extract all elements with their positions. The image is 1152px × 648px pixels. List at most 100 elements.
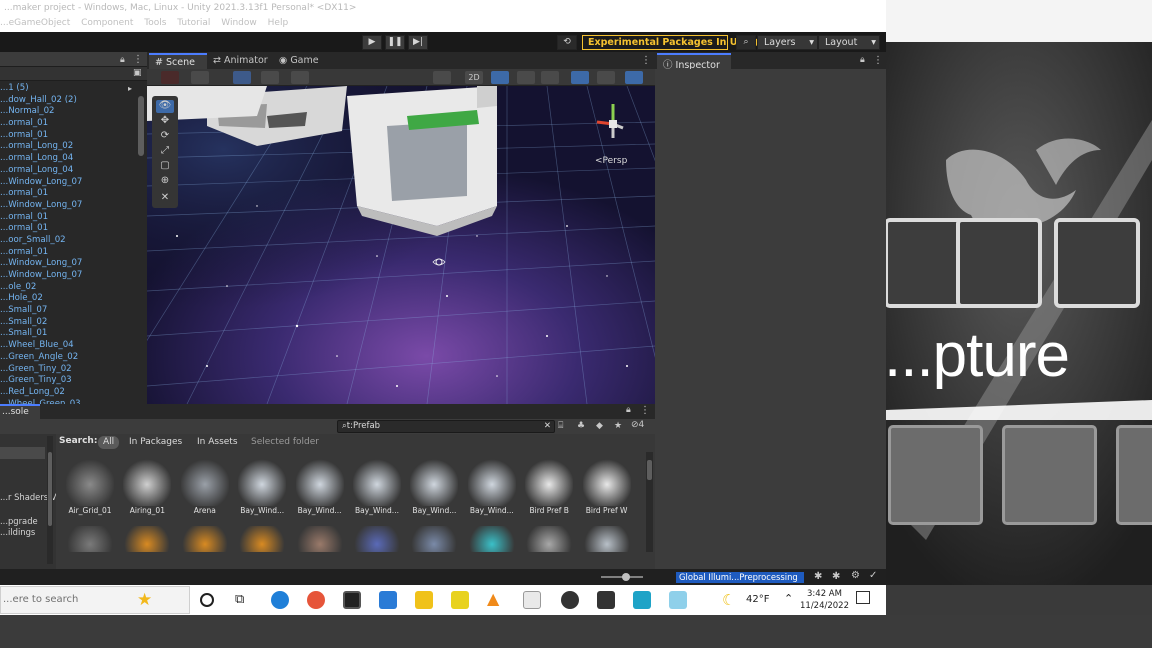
asset-thumbnail[interactable]: [353, 458, 401, 506]
search-options-icon[interactable]: ⌸: [558, 421, 563, 431]
asset-thumbnail[interactable]: [66, 526, 114, 552]
folder-item[interactable]: ...ildings: [0, 527, 35, 537]
asset-thumbnail[interactable]: [353, 526, 401, 552]
hierarchy-item[interactable]: ...ormal_01: [0, 130, 147, 142]
hierarchy-item[interactable]: ...Window_Long_07: [0, 177, 147, 189]
hierarchy-item[interactable]: ...dow_Hall_02 (2): [0, 95, 147, 107]
asset-thumbnail[interactable]: [180, 526, 229, 552]
custom-tool-icon[interactable]: ✕: [156, 192, 174, 205]
zoom-slider-thumb[interactable]: [622, 573, 630, 581]
bug-icon[interactable]: ✱: [832, 571, 840, 582]
hierarchy-item[interactable]: ...Window_Long_07: [0, 270, 147, 282]
view-tool-icon[interactable]: 👁︎: [156, 100, 174, 113]
hierarchy-item[interactable]: ...Hole_02: [0, 293, 147, 305]
menu-icon[interactable]: ⋮: [640, 405, 650, 416]
rotate-tool-icon[interactable]: ⟳: [156, 130, 174, 143]
hierarchy-item[interactable]: ...Normal_02: [0, 106, 147, 118]
folder-scrollbar-thumb[interactable]: [48, 452, 52, 526]
menu-icon[interactable]: ⋮: [873, 55, 883, 66]
menu-item-window[interactable]: Window: [221, 18, 257, 28]
filter-in-assets[interactable]: In Assets: [192, 436, 243, 449]
layers-dropdown[interactable]: Layers ▾: [757, 35, 818, 50]
filter-in-packages[interactable]: In Packages: [124, 436, 187, 449]
hidden-objects-icon[interactable]: [571, 71, 589, 84]
hierarchy-item[interactable]: ...ormal_Long_02: [0, 141, 147, 153]
asset-thumbnail[interactable]: [582, 526, 631, 552]
app-icon[interactable]: [669, 591, 687, 609]
asset-thumbnail[interactable]: [467, 526, 516, 552]
folder-item[interactable]: ...pgrade: [0, 516, 38, 526]
history-icon[interactable]: ⟲: [557, 35, 577, 50]
increment-snap-icon[interactable]: [261, 71, 279, 84]
asset-thumbnail[interactable]: [582, 458, 631, 506]
filter-type-icon[interactable]: ♣: [577, 421, 585, 431]
cube-icon[interactable]: [191, 71, 209, 84]
scene-viewport[interactable]: [147, 86, 655, 404]
file-explorer-icon[interactable]: [415, 591, 433, 609]
pause-button[interactable]: ❚❚: [385, 35, 405, 50]
hierarchy-item[interactable]: ...Small_01: [0, 328, 147, 340]
hierarchy-scrollbar[interactable]: [138, 96, 144, 156]
gi-progress-bar[interactable]: Global Illumi...Preprocessing: [676, 572, 804, 583]
menu-item-component[interactable]: Component: [81, 18, 133, 28]
hierarchy-item[interactable]: ...ormal_01: [0, 188, 147, 200]
asset-thumbnail[interactable]: [295, 458, 344, 506]
hierarchy-item[interactable]: ...ormal_01: [0, 212, 147, 224]
lighting-icon[interactable]: [491, 71, 509, 84]
menu-item-help[interactable]: Help: [268, 18, 289, 28]
menu-icon[interactable]: ⋮: [133, 54, 143, 65]
store-icon[interactable]: [379, 591, 397, 609]
move-tool-icon[interactable]: ✥: [156, 115, 174, 128]
capture-app-icon[interactable]: [633, 591, 651, 609]
bug-icon[interactable]: ✱: [814, 571, 822, 582]
edge-icon[interactable]: [271, 591, 289, 609]
task-view-icon[interactable]: ⧉: [235, 592, 253, 610]
asset-thumbnail[interactable]: [123, 458, 172, 506]
step-button[interactable]: ▶|: [408, 35, 428, 50]
hierarchy-item[interactable]: ...ormal_01: [0, 223, 147, 235]
menu-item-tutorial[interactable]: Tutorial: [177, 18, 210, 28]
asset-thumbnail[interactable]: [180, 458, 229, 506]
camera-icon[interactable]: [597, 71, 615, 84]
audio-icon[interactable]: [517, 71, 535, 84]
chevron-up-icon[interactable]: ⌃: [784, 592, 793, 605]
effects-icon[interactable]: [541, 71, 559, 84]
vlc-icon[interactable]: ▲: [487, 589, 505, 608]
experimental-packages-button[interactable]: Experimental Packages In Use ▼: [582, 35, 760, 50]
gizmos-icon[interactable]: [625, 71, 643, 84]
gear-icon[interactable]: ⚙: [851, 570, 860, 581]
hierarchy-item[interactable]: ...ole_02: [0, 282, 147, 294]
hierarchy-item[interactable]: ...Window_Long_07: [0, 200, 147, 212]
clear-icon[interactable]: ✕: [544, 421, 551, 432]
menu-item-tools[interactable]: Tools: [144, 18, 166, 28]
hierarchy-item[interactable]: ...ormal_Long_04: [0, 153, 147, 165]
terminal-icon[interactable]: [343, 591, 361, 609]
app-icon[interactable]: [451, 591, 469, 609]
draw-mode-icon[interactable]: [161, 71, 179, 84]
lock-icon[interactable]: 🔒︎: [626, 405, 631, 415]
search-icon[interactable]: ⌕: [736, 35, 756, 50]
play-button[interactable]: ▶: [362, 35, 382, 50]
scale-tool-icon[interactable]: ⤢: [156, 145, 174, 158]
asset-thumbnail[interactable]: [525, 458, 574, 506]
filter-all[interactable]: All: [98, 436, 120, 449]
lock-icon[interactable]: 🔒︎: [120, 55, 125, 65]
unity-hub-icon[interactable]: [561, 591, 579, 609]
hierarchy-item[interactable]: ...Window_Long_07: [0, 258, 147, 270]
clock[interactable]: 3:42 AM 11/24/2022: [800, 588, 849, 612]
persp-label[interactable]: <Persp: [595, 156, 627, 166]
toggle-2d-button[interactable]: 2D: [465, 71, 483, 84]
grid-snap-icon[interactable]: [233, 71, 251, 84]
menu-item-gameobject[interactable]: ...eGameObject: [0, 18, 70, 28]
hierarchy-item[interactable]: ...ormal_Long_04: [0, 165, 147, 177]
hierarchy-item[interactable]: ...Green_Tiny_03: [0, 375, 147, 387]
asset-thumbnail[interactable]: [238, 526, 287, 552]
asset-scrollbar-thumb[interactable]: [647, 460, 652, 480]
check-icon[interactable]: ✓: [869, 570, 877, 581]
tool-settings-icon[interactable]: [291, 71, 309, 84]
hierarchy-item[interactable]: ...Wheel_Blue_04: [0, 340, 147, 352]
hierarchy-item[interactable]: ...ormal_01: [0, 118, 147, 130]
folder-selected[interactable]: [0, 447, 45, 459]
asset-thumbnail[interactable]: [295, 526, 344, 552]
project-search-input[interactable]: ⌕t:Prefab ✕: [337, 420, 555, 433]
